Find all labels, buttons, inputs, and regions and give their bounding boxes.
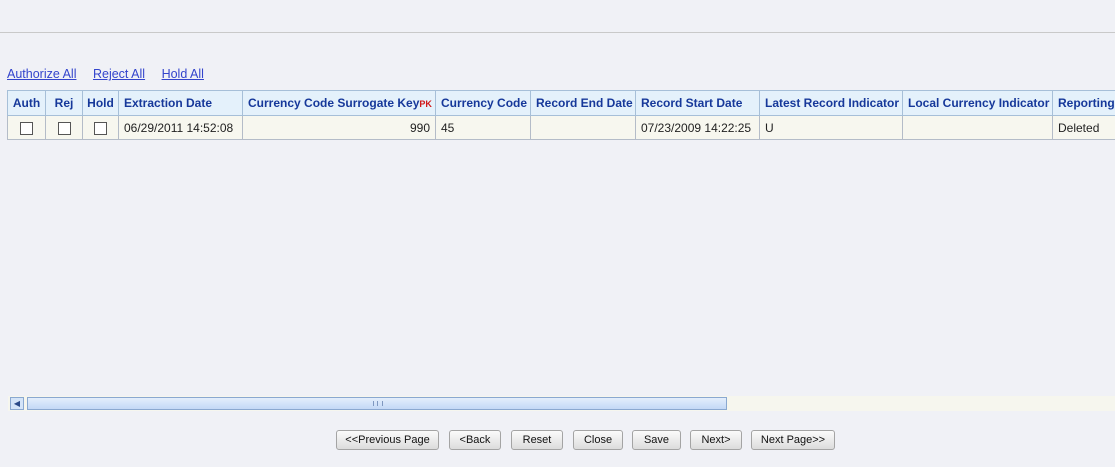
back-button[interactable]: <Back [449,430,501,450]
header-reporting[interactable]: Reporting [1052,90,1115,116]
record-start-date-cell: 07/23/2009 14:22:25 [635,115,760,140]
header-record-end-date[interactable]: Record End Date [530,90,636,116]
hold-checkbox[interactable] [94,121,107,135]
local-currency-indicator-cell [902,115,1053,140]
header-currency-code-surrogate-key[interactable]: Currency Code Surrogate KeyPK [242,90,436,116]
records-table: Auth Rej Hold Extraction Date Currency C… [7,90,1115,140]
header-currency-code[interactable]: Currency Code [435,90,531,116]
header-local-currency-indicator[interactable]: Local Currency Indicator [902,90,1053,116]
bulk-action-links: Authorize All Reject All Hold All [7,67,217,81]
header-record-start-date[interactable]: Record Start Date [635,90,760,116]
horizontal-scrollbar[interactable]: ◀ [8,396,1115,411]
save-button[interactable]: Save [632,430,681,450]
hold-all-link[interactable]: Hold All [162,67,204,81]
previous-page-button[interactable]: <<Previous Page [336,430,439,450]
auth-checkbox[interactable] [20,121,33,135]
authorize-all-link[interactable]: Authorize All [7,67,76,81]
next-button[interactable]: Next> [690,430,742,450]
table-header-row: Auth Rej Hold Extraction Date Currency C… [7,90,1115,116]
auth-cell [7,115,46,140]
scrollbar-thumb[interactable] [27,397,727,410]
header-rej: Rej [45,90,83,116]
header-latest-record-indicator[interactable]: Latest Record Indicator [759,90,903,116]
top-divider [0,32,1115,33]
records-grid: Auth Rej Hold Extraction Date Currency C… [7,90,1115,140]
rej-cell [45,115,83,140]
table-row: 06/29/2011 14:52:08 990 45 07/23/2009 14… [7,115,1115,140]
rej-checkbox[interactable] [57,121,71,135]
currency-code-cell: 45 [435,115,531,140]
header-auth: Auth [7,90,46,116]
latest-record-indicator-cell: U [759,115,903,140]
arrow-left-icon[interactable]: ◀ [10,397,24,410]
reset-button[interactable]: Reset [511,430,563,450]
reject-all-link[interactable]: Reject All [93,67,145,81]
header-hold: Hold [82,90,119,116]
record-end-date-cell [530,115,636,140]
grip-icon [373,401,383,406]
header-currency-code-surrogate-key-label: Currency Code Surrogate Key [248,96,420,110]
currency-code-surrogate-key-cell: 990 [242,115,436,140]
reporting-cell: Deleted [1052,115,1115,140]
extraction-date-cell: 06/29/2011 14:52:08 [118,115,243,140]
header-extraction-date[interactable]: Extraction Date [118,90,243,116]
close-button[interactable]: Close [573,430,623,450]
pk-marker: PK [419,99,432,109]
hold-cell [82,115,119,140]
next-page-button[interactable]: Next Page>> [751,430,835,450]
